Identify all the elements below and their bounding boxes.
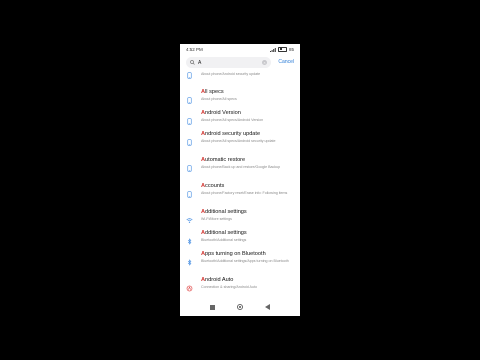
result-title: Apps turning on Bluetooth [201,251,266,257]
result-title: Android Auto [201,277,233,283]
search-query: A [198,59,202,66]
result-title-rest: ccounts [205,183,225,189]
result-title: Android Version [201,110,241,116]
result-title: Automatic restore [201,157,245,163]
navigation-bar [180,298,300,316]
result-title-rest: pps turning on Bluetooth [205,251,266,257]
result-title-rest: ndroid security update [205,69,260,70]
result-title: Additional settings [201,230,247,236]
battery-level: 85 [288,47,294,52]
search-icon [190,60,195,65]
phone-screen: 4:52 PM 85 A × Cancel Android security u… [180,44,300,316]
cancel-button[interactable]: Cancel [278,59,294,65]
result-title: Accounts [201,183,224,189]
home-button[interactable] [237,304,243,310]
search-bar: A × Cancel [180,56,300,70]
result-path: About phone/Back up and restore/Google B… [201,165,281,169]
result-title-rest: utomatic restore [205,157,246,163]
status-time: 4:52 PM [186,47,203,52]
result-title: All specs [201,89,224,95]
phone-icon [186,112,193,125]
result-title: Android security update [201,131,260,137]
search-input[interactable]: A × [186,57,271,68]
result-path: About phone/All specs/Android security u… [201,139,276,143]
battery-icon [277,46,287,53]
result-title: Additional settings [201,209,247,215]
result-path: About phone/Factory reset/Erase info: Fo… [201,191,288,195]
bluetooth-icon [186,253,193,266]
result-title-rest: ll specs [205,89,224,95]
result-title-rest: ndroid Auto [205,277,234,283]
result-title-rest: dditional settings [205,209,247,215]
result-path: Wi-Fi/More settings [201,217,232,221]
result-path: About phone/All specs [201,97,237,101]
status-bar: 4:52 PM 85 [180,44,300,55]
signal-icon [269,47,276,52]
phone-icon [186,91,193,104]
android-auto-icon [186,279,193,292]
wifi-icon [186,211,193,223]
result-path: Bluetooth/Additional settings [201,238,247,242]
result-path: About phone/Android security update [201,72,261,76]
recents-button[interactable] [210,304,215,310]
result-path: About phone/All specs/Android Version [201,118,264,122]
result-title-rest: ndroid Version [205,110,241,116]
back-button[interactable] [265,304,270,310]
phone-icon [186,69,193,79]
phone-icon [186,185,193,198]
search-results-list: Android security update About phone/Andro… [180,69,300,295]
result-path: Connection & sharing/Android Auto [201,285,257,289]
bluetooth-icon [186,232,193,245]
result-path: Bluetooth/Additional settings/Apps turni… [201,259,289,263]
phone-icon [186,133,193,146]
result-title-rest: ndroid security update [205,131,261,137]
result-title: Android security update [201,69,260,70]
phone-icon [186,159,193,172]
result-title-rest: dditional settings [205,230,247,236]
clear-icon[interactable]: × [262,60,267,65]
